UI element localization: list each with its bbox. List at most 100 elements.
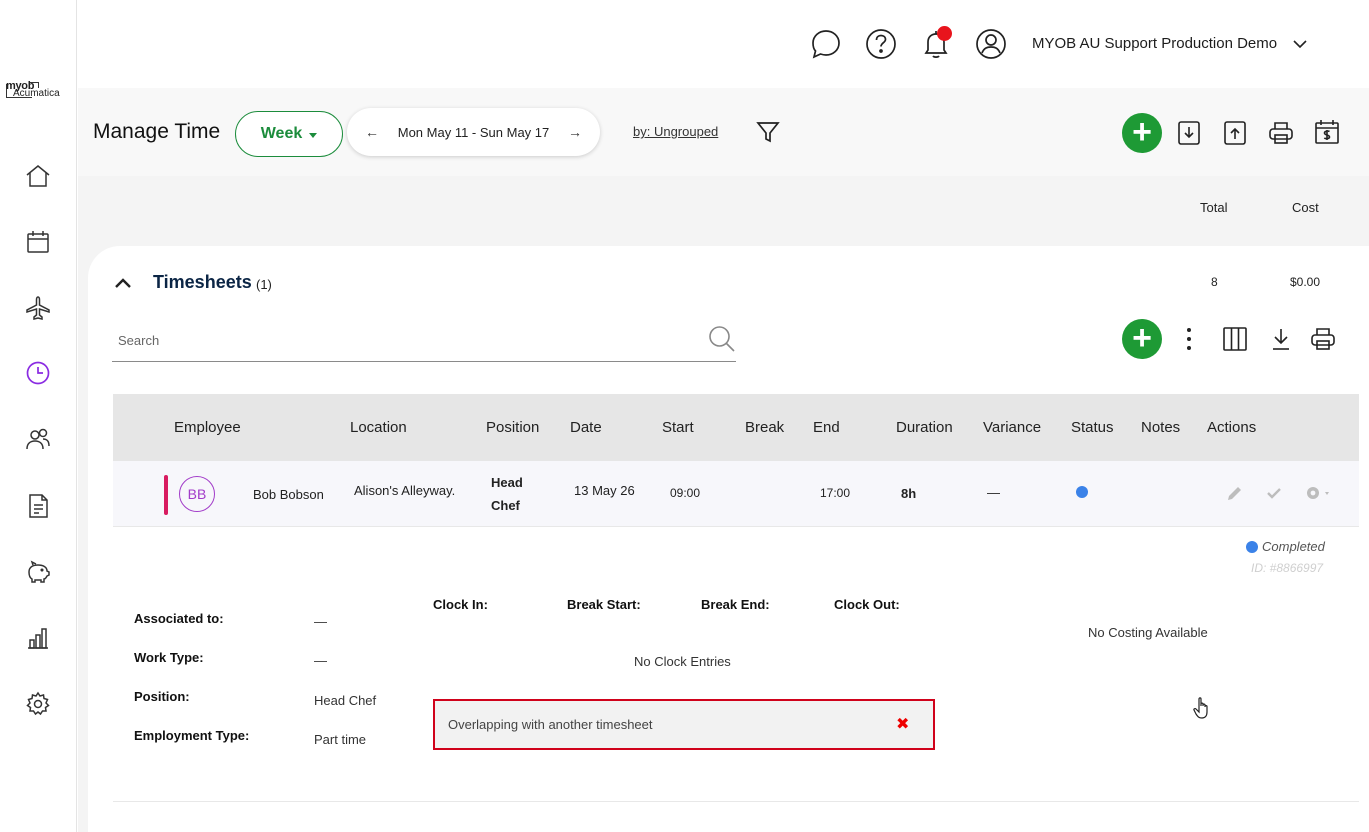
column-header-notes[interactable]: Notes — [1141, 419, 1180, 436]
approve-check-icon[interactable] — [1265, 484, 1283, 502]
date-range-navigator: ← Mon May 11 - Sun May 17 → — [347, 108, 600, 156]
filter-icon[interactable] — [756, 120, 780, 144]
document-icon[interactable] — [24, 492, 52, 520]
column-header-employee[interactable]: Employee — [174, 419, 241, 436]
search-icon[interactable] — [708, 325, 736, 353]
column-header-break[interactable]: Break — [745, 419, 784, 436]
view-select-button[interactable]: Week — [235, 111, 343, 157]
column-header-position[interactable]: Position — [486, 419, 539, 436]
timesheets-count: (1) — [256, 277, 272, 292]
error-message-text: Overlapping with another timesheet — [448, 717, 653, 732]
employee-name: Bob Bobson — [253, 487, 324, 502]
hand-cursor-icon — [1192, 696, 1212, 720]
no-costing-available: No Costing Available — [1088, 625, 1208, 640]
clock-in-label: Clock In: — [433, 597, 488, 612]
timesheets-title: Timesheets — [153, 272, 252, 292]
total-header: Total — [1200, 200, 1228, 215]
employment-type-label: Employment Type: — [134, 728, 250, 743]
work-type-value: — — [314, 653, 327, 668]
completed-dot — [1246, 540, 1258, 553]
status-dot — [1076, 486, 1088, 498]
variance-value: — — [987, 485, 1000, 500]
position-value-line2: Chef — [491, 498, 520, 513]
page-title: Manage Time — [93, 120, 221, 143]
status-completed-label: Completed — [1262, 539, 1325, 554]
row-status-bar — [164, 475, 168, 515]
clock-icon[interactable] — [24, 359, 52, 387]
myob-acumatica-logo[interactable]: myob Acumatica — [5, 80, 73, 102]
caret-down-icon — [309, 133, 318, 138]
bar-chart-icon[interactable] — [24, 624, 52, 652]
column-header-end[interactable]: End — [813, 419, 840, 436]
piggy-bank-icon[interactable] — [24, 558, 52, 586]
more-options-icon[interactable] — [1176, 326, 1202, 352]
date-range-label[interactable]: Mon May 11 - Sun May 17 — [398, 125, 550, 140]
avatar: BB — [179, 476, 215, 512]
column-header-duration[interactable]: Duration — [896, 419, 953, 436]
date-value: 13 May 26 — [574, 483, 635, 498]
sidebar: myob Acumatica — [0, 0, 77, 832]
column-header-variance[interactable]: Variance — [983, 419, 1041, 436]
section-divider — [113, 801, 1359, 802]
row-settings-gear-icon[interactable] — [1305, 484, 1335, 502]
employment-type-value: Part time — [314, 732, 367, 747]
company-name[interactable]: MYOB AU Support Production Demo — [1032, 35, 1277, 52]
user-avatar-icon[interactable] — [975, 28, 1007, 60]
duration-value: 8h — [901, 486, 917, 501]
associated-to-value: — — [314, 614, 327, 629]
location-value: Alison's Alleyway. — [354, 483, 456, 498]
error-message: Overlapping with another timesheet ✖ — [433, 699, 935, 750]
help-icon[interactable] — [865, 28, 897, 60]
column-header-status[interactable]: Status — [1071, 419, 1114, 436]
columns-icon[interactable] — [1222, 326, 1248, 352]
timesheet-id: ID: #8866997 — [1251, 561, 1324, 575]
work-type-label: Work Type: — [134, 650, 204, 665]
export-icon[interactable] — [1222, 120, 1248, 146]
start-value: 09:00 — [670, 486, 701, 500]
chevron-down-icon[interactable] — [1292, 36, 1308, 52]
next-week-arrow-icon[interactable]: → — [568, 124, 582, 140]
view-select-label: Week — [260, 125, 303, 142]
status-completed: Completed — [1246, 539, 1325, 554]
previous-week-arrow-icon[interactable]: ← — [365, 124, 379, 140]
column-header-location[interactable]: Location — [350, 419, 407, 436]
download-icon[interactable] — [1268, 326, 1294, 352]
search-input[interactable] — [118, 330, 678, 350]
associated-to-label: Associated to: — [134, 611, 224, 626]
gear-icon[interactable] — [24, 690, 52, 718]
cost-value: $0.00 — [1290, 275, 1321, 289]
position-value: Head Chef — [314, 693, 377, 708]
logo-text-bottom: Acumatica — [13, 88, 60, 99]
column-header-date[interactable]: Date — [570, 419, 602, 436]
calendar-icon[interactable] — [24, 228, 52, 256]
table-row[interactable]: BB Bob Bobson Alison's Alleyway. Head Ch… — [113, 461, 1359, 527]
home-icon[interactable] — [24, 162, 52, 190]
notification-dot — [937, 26, 952, 41]
column-header-actions: Actions — [1207, 419, 1257, 436]
position-label: Position: — [134, 689, 190, 704]
close-error-icon[interactable]: ✖ — [896, 714, 909, 734]
print-icon[interactable] — [1268, 120, 1294, 146]
edit-icon[interactable] — [1226, 484, 1244, 502]
add-row-button[interactable]: + — [1122, 319, 1162, 359]
chevron-up-icon[interactable] — [114, 276, 132, 290]
clock-out-label: Clock Out: — [834, 597, 900, 612]
break-end-label: Break End: — [701, 597, 770, 612]
search-field — [112, 320, 736, 362]
position-value-line1: Head — [491, 475, 523, 490]
table-header: Employee Location Position Date Start Br… — [113, 394, 1359, 461]
end-value: 17:00 — [820, 486, 851, 500]
total-value: 8 — [1211, 275, 1218, 289]
calendar-cost-icon[interactable] — [1314, 119, 1340, 145]
group-by-link[interactable]: by: Ungrouped — [633, 124, 718, 139]
people-icon[interactable] — [24, 425, 52, 453]
no-clock-entries: No Clock Entries — [634, 654, 731, 669]
chat-icon[interactable] — [810, 28, 842, 60]
plane-icon[interactable] — [24, 294, 52, 322]
break-start-label: Break Start: — [567, 597, 641, 612]
add-timesheet-button[interactable]: + — [1122, 113, 1162, 153]
cost-header: Cost — [1292, 200, 1319, 215]
print-table-icon[interactable] — [1310, 326, 1336, 352]
column-header-start[interactable]: Start — [662, 419, 694, 436]
import-icon[interactable] — [1176, 120, 1202, 146]
